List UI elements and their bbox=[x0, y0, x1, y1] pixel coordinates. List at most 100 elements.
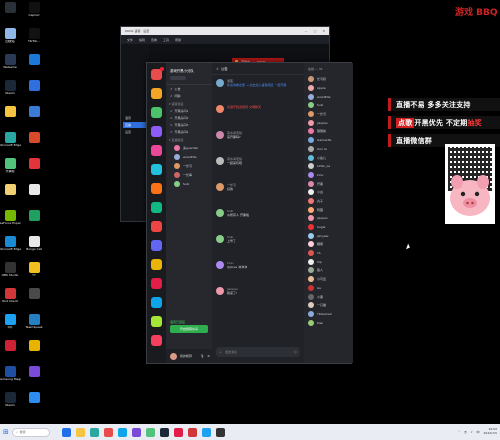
chat-app-window[interactable]: 游戏开黑小分队 # 公告 # 闲聊 ▾ 语音频道 # 开黑房间1 # 开黑房间2 # 开黑房间3 # 开… bbox=[146, 62, 353, 364]
office-shortcut[interactable] bbox=[24, 132, 44, 144]
taskbar-app-icon[interactable] bbox=[117, 427, 127, 437]
member-item[interactable]: GameLIfe bbox=[304, 136, 353, 145]
tiktok-shortcut[interactable]: TikTok... bbox=[24, 28, 44, 43]
member-item[interactable]: 糖果 bbox=[304, 240, 353, 249]
server-icon[interactable] bbox=[151, 278, 162, 289]
avatar[interactable] bbox=[216, 131, 224, 139]
member-item[interactable]: 路人 bbox=[304, 266, 353, 275]
close-button[interactable]: ✕ bbox=[322, 29, 325, 33]
member-item[interactable]: 阿狸 bbox=[304, 205, 353, 214]
member-item[interactable]: Aa bbox=[304, 284, 353, 293]
member-item[interactable]: jiaojiao bbox=[304, 214, 353, 223]
member-item[interactable]: Suki bbox=[304, 101, 353, 110]
blue-tile-shortcut[interactable] bbox=[24, 392, 44, 404]
member-item[interactable]: 一长弓 bbox=[304, 110, 353, 119]
voice-user[interactable]: 一长弓 bbox=[166, 161, 212, 170]
gear-icon[interactable]: ⚙ bbox=[207, 354, 210, 358]
avatar[interactable] bbox=[216, 235, 224, 243]
nvidia-shortcut[interactable]: GeForce Experience bbox=[0, 210, 21, 225]
maximize-button[interactable]: □ bbox=[314, 29, 317, 33]
avatar[interactable] bbox=[216, 79, 224, 87]
game-shortcut[interactable] bbox=[24, 288, 44, 300]
server-icon[interactable] bbox=[151, 297, 162, 308]
menu-help[interactable]: 帮助 bbox=[175, 38, 181, 42]
yy-shortcut[interactable]: YY bbox=[24, 262, 44, 277]
green-app-shortcut[interactable] bbox=[24, 210, 44, 222]
member-item[interactable]: Kiwi bbox=[304, 318, 353, 327]
back-sidebar-item[interactable]: 设置 bbox=[123, 129, 147, 135]
message-input[interactable]: ＋ 发送消息 ☺ bbox=[216, 347, 300, 357]
avatar[interactable] bbox=[216, 105, 224, 113]
taskbar-app-icon[interactable] bbox=[131, 427, 141, 437]
member-item[interactable]: Apple bbox=[304, 84, 353, 93]
samsung-shortcut[interactable]: Samsung Magician bbox=[0, 366, 21, 381]
voice-user[interactable]: 鬼guardsk bbox=[166, 143, 212, 152]
member-item[interactable]: 丸子 bbox=[304, 197, 353, 206]
taskbar-app-icon[interactable] bbox=[173, 427, 183, 437]
avatar[interactable] bbox=[216, 287, 224, 295]
member-item[interactable]: YA bbox=[304, 249, 353, 258]
channel-item[interactable]: # 开黑房间3 bbox=[166, 121, 212, 128]
channel-item[interactable]: # 开黑房间2 bbox=[166, 114, 212, 121]
steam-shortcut[interactable]: Steam bbox=[0, 80, 20, 95]
server-icon[interactable] bbox=[151, 316, 162, 327]
member-item[interactable]: YKGame4 bbox=[304, 310, 353, 319]
doc-shortcut[interactable] bbox=[0, 184, 20, 196]
ime-indicator[interactable]: 中 bbox=[477, 430, 480, 434]
server-icon[interactable] bbox=[151, 107, 162, 118]
kook-shortcut[interactable]: 开黑啦 bbox=[0, 158, 20, 173]
chevron-up-icon[interactable]: ˄ bbox=[458, 430, 460, 434]
file-shortcut[interactable] bbox=[24, 184, 44, 196]
server-icon[interactable] bbox=[151, 164, 162, 175]
server-icon[interactable] bbox=[151, 183, 162, 194]
member-item[interactable]: 小鱼儿 bbox=[304, 153, 353, 162]
taskbar-app-icon[interactable] bbox=[201, 427, 211, 437]
clock[interactable]: 19:52 2022/1/5 bbox=[484, 428, 497, 435]
channel-item[interactable]: # 开黑房间4 bbox=[166, 128, 212, 135]
minimize-button[interactable]: — bbox=[305, 29, 308, 33]
avatar[interactable] bbox=[216, 157, 224, 165]
taskbar-app-icon[interactable] bbox=[215, 427, 225, 437]
server-icon[interactable] bbox=[151, 335, 162, 346]
taskbar-app-icon[interactable] bbox=[75, 427, 85, 437]
member-item[interactable]: 长弓叔 bbox=[304, 75, 353, 84]
avatar[interactable] bbox=[216, 209, 224, 217]
member-item[interactable]: wowlittle bbox=[304, 92, 353, 101]
folder-shortcut[interactable] bbox=[0, 106, 20, 118]
menu-edit[interactable]: 编辑 bbox=[139, 38, 145, 42]
volume-icon[interactable]: ♪ bbox=[471, 430, 473, 434]
capcut-shortcut[interactable]: CapCut bbox=[24, 2, 44, 17]
server-icon[interactable] bbox=[151, 126, 162, 137]
server-icon[interactable] bbox=[151, 88, 162, 99]
back-sidebar-item[interactable]: 语音 bbox=[123, 115, 147, 121]
steam2-shortcut[interactable]: Steam bbox=[0, 392, 20, 407]
member-item[interactable]: 一只猫 bbox=[304, 301, 353, 310]
purple-app-shortcut[interactable] bbox=[24, 366, 44, 378]
camera-app-shortcut[interactable] bbox=[0, 2, 20, 14]
member-item[interactable]: jwxyear bbox=[304, 231, 353, 240]
member-item[interactable]: 小黑 bbox=[304, 292, 353, 301]
member-item[interactable]: jiaojiao bbox=[304, 118, 353, 127]
browser-shortcut[interactable] bbox=[24, 54, 44, 66]
member-item[interactable]: Vip bbox=[304, 257, 353, 266]
server-icon[interactable] bbox=[151, 240, 162, 251]
member-item[interactable]: kinu bbox=[304, 171, 353, 180]
channel-item[interactable]: # 开黑房间1 bbox=[166, 107, 212, 114]
bongo-shortcut[interactable]: Bongo Cat bbox=[24, 236, 44, 251]
server-header[interactable]: 游戏开黑小分队 bbox=[166, 63, 212, 85]
server-icon[interactable] bbox=[151, 221, 162, 232]
server-icon[interactable] bbox=[151, 259, 162, 270]
avatar[interactable] bbox=[170, 352, 177, 360]
voice-user[interactable]: Suki bbox=[166, 179, 212, 188]
start-icon[interactable]: ⊞ bbox=[3, 428, 9, 436]
taskbar-app-icon[interactable] bbox=[187, 427, 197, 437]
edge-shortcut[interactable]: Microsoft Edge bbox=[0, 132, 21, 147]
taskbar-app-icon[interactable] bbox=[159, 427, 169, 437]
channel-item[interactable]: # 闲聊 bbox=[166, 92, 212, 99]
wegame-shortcut[interactable]: WeGame bbox=[0, 54, 20, 69]
emoji-icon[interactable]: ☺ bbox=[294, 350, 297, 354]
server-icon[interactable] bbox=[151, 67, 164, 80]
taskbar-app-icon[interactable] bbox=[61, 427, 71, 437]
menu-tools[interactable]: 工具 bbox=[163, 38, 169, 42]
app-shortcut[interactable] bbox=[24, 80, 44, 92]
